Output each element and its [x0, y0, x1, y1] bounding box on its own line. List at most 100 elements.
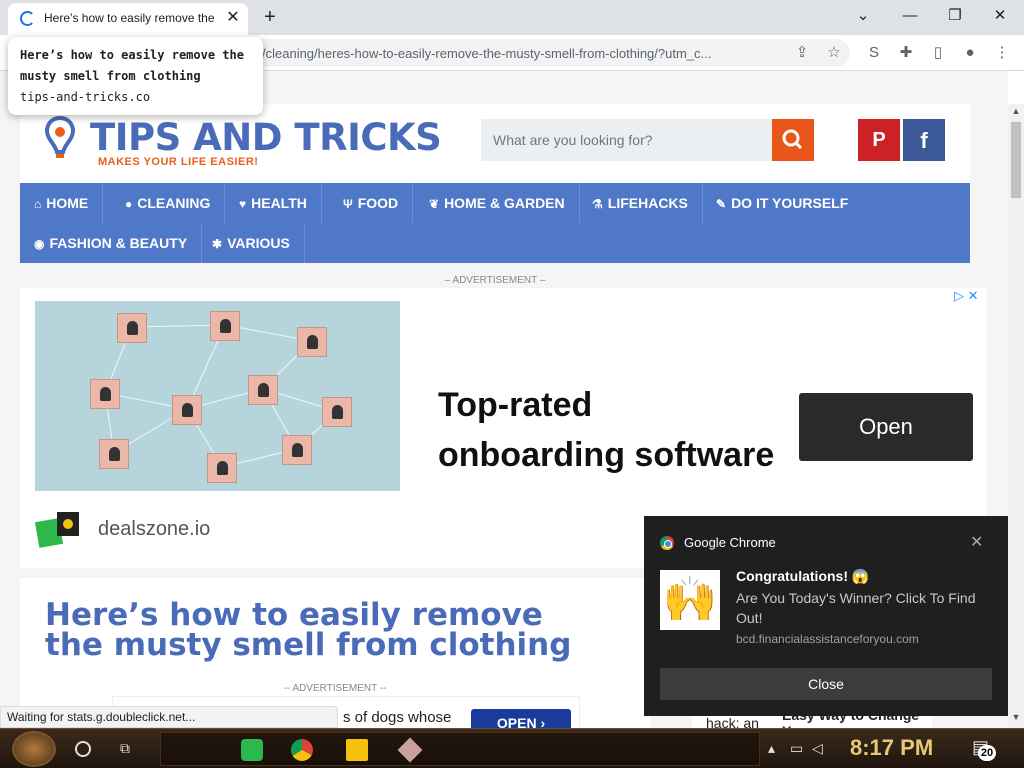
- nav-item-home[interactable]: ⌂ HOME: [20, 183, 104, 223]
- wrench-icon: ✎: [716, 197, 727, 211]
- close-window-button[interactable]: ✕: [985, 4, 1015, 28]
- eye-icon: ◉: [34, 237, 45, 251]
- hover-card-title: Here’s how to easily remove the musty sm…: [20, 48, 244, 83]
- bookmark-star-icon[interactable]: ☆: [822, 41, 846, 65]
- nav-item-cleaning[interactable]: ● CLEANING: [111, 183, 226, 223]
- volume-muted-icon[interactable]: ◁: [812, 740, 823, 757]
- url-text: /cleaning/heres-how-to-easily-remove-the…: [262, 46, 712, 61]
- shopping-bags-icon[interactable]: [35, 506, 85, 550]
- network-icon[interactable]: ▭: [790, 740, 803, 757]
- restore-button[interactable]: ❐: [940, 4, 970, 28]
- notification-source: bcd.financialassistanceforyou.com: [736, 632, 919, 646]
- related-link-text-1: hack: an: [706, 715, 759, 728]
- scroll-up-arrow-icon[interactable]: ▲: [1008, 106, 1024, 118]
- profile-avatar-icon[interactable]: ●: [958, 41, 982, 65]
- person-cube: [282, 435, 312, 465]
- home-icon: ⌂: [34, 197, 42, 211]
- notes-app-icon[interactable]: [241, 739, 263, 761]
- heart-icon: ♥: [239, 197, 247, 211]
- ad-choices-icon[interactable]: ▷ ✕: [954, 288, 979, 304]
- nav-item-fashion-beauty[interactable]: ◉ FASHION & BEAUTY: [20, 223, 203, 263]
- cortana-circle-icon[interactable]: [75, 741, 91, 757]
- extension-s-icon[interactable]: S: [862, 41, 886, 65]
- main-navigation: ⌂ HOME ● CLEANING ♥ HEALTH Ψ FOOD ❦ HOME & GA…: [20, 183, 970, 263]
- page-scrollbar[interactable]: ▲ ▼: [1008, 104, 1024, 728]
- person-cube: [117, 313, 147, 343]
- pinterest-button[interactable]: P: [858, 119, 900, 161]
- scrollbar-thumb[interactable]: [1011, 122, 1021, 198]
- inline-ad-open-button[interactable]: OPEN ›: [471, 709, 571, 728]
- nav-item-home-garden[interactable]: ❦ HOME & GARDEN: [415, 183, 580, 223]
- chrome-notification[interactable]: Google Chrome ✕ 🙌 Congratulations! 😱 Are…: [644, 516, 1008, 716]
- share-icon[interactable]: ⇪: [790, 41, 814, 65]
- site-search-input[interactable]: [481, 119, 772, 161]
- asterisk-icon: ✱: [212, 237, 223, 251]
- leaf-icon: ❦: [429, 197, 440, 211]
- drop-icon: ●: [125, 197, 133, 211]
- site-logo-title[interactable]: TIPS AND TRICKS: [90, 116, 442, 159]
- tab-search-icon[interactable]: ⌄: [848, 4, 878, 28]
- chrome-logo-icon: [660, 536, 674, 550]
- extensions-puzzle-icon[interactable]: ✚: [894, 41, 918, 65]
- person-cube: [210, 311, 240, 341]
- site-header: TIPS AND TRICKS MAKES YOUR LIFE EASIER! …: [20, 104, 970, 184]
- fork-icon: Ψ: [343, 197, 353, 211]
- facebook-button[interactable]: f: [903, 119, 945, 161]
- advertisement-label-2: -- ADVERTISEMENT --: [283, 683, 387, 694]
- notification-title: Congratulations! 😱: [736, 568, 870, 584]
- minimize-button[interactable]: —: [895, 4, 925, 28]
- tray-overflow-icon[interactable]: ▴: [768, 740, 775, 757]
- nav-item-various[interactable]: ✱ VARIOUS: [198, 223, 305, 263]
- start-button[interactable]: [12, 731, 56, 767]
- person-cube: [297, 327, 327, 357]
- browser-tab[interactable]: Here’s how to easily remove the musty sm…: [8, 3, 248, 35]
- ad-brand-name[interactable]: dealszone.io: [98, 518, 210, 541]
- tab-title: Here’s how to easily remove the musty sm…: [44, 11, 216, 25]
- notification-close-button[interactable]: Close: [660, 668, 992, 700]
- taskbar-apps: [160, 732, 760, 766]
- raised-hands-icon: 🙌: [660, 570, 720, 630]
- task-view-icon[interactable]: ⧉: [120, 740, 138, 756]
- search-icon: [782, 129, 803, 150]
- site-tagline: MAKES YOUR LIFE EASIER!: [98, 156, 259, 168]
- file-explorer-icon[interactable]: [346, 739, 368, 761]
- person-cube: [172, 395, 202, 425]
- person-cube: [322, 397, 352, 427]
- hover-card-url: tips-and-tricks.co: [20, 90, 151, 104]
- tab-hover-card: Here’s how to easily remove the musty sm…: [8, 37, 263, 115]
- app-cube-icon[interactable]: [397, 737, 423, 763]
- person-cube: [90, 379, 120, 409]
- taskbar-clock[interactable]: 8:17 PM: [850, 735, 933, 761]
- person-cube: [248, 375, 278, 405]
- address-bar[interactable]: /cleaning/heres-how-to-easily-remove-the…: [250, 39, 850, 67]
- nav-item-lifehacks[interactable]: ⚗ LIFEHACKS: [578, 183, 703, 223]
- nav-item-health[interactable]: ♥ HEALTH: [225, 183, 322, 223]
- ad-open-button[interactable]: Open: [799, 393, 973, 461]
- ad-network-image[interactable]: [35, 301, 400, 491]
- scroll-down-arrow-icon[interactable]: ▼: [1008, 712, 1024, 724]
- notification-count-badge: 20: [978, 745, 996, 761]
- nav-item-food[interactable]: Ψ FOOD: [329, 183, 414, 223]
- tab-close-button[interactable]: ✕: [224, 9, 242, 27]
- chrome-taskbar-icon[interactable]: [291, 739, 313, 761]
- windows-taskbar: ⧉ ▴ ▭ ◁ 8:17 PM ▤ 20: [0, 728, 1024, 768]
- menu-kebab-icon[interactable]: ⋮: [990, 41, 1014, 65]
- article-title: Here’s how to easily remove the musty sm…: [45, 597, 572, 663]
- nav-item-diy[interactable]: ✎ DO IT YOURSELF: [702, 183, 862, 223]
- advertisement-label: – ADVERTISEMENT –: [444, 275, 546, 286]
- status-bubble: Waiting for stats.g.doubleclick.net...: [0, 706, 338, 728]
- search-button[interactable]: [772, 119, 814, 161]
- flask-icon: ⚗: [592, 197, 603, 211]
- notification-app-name: Google Chrome: [684, 535, 776, 550]
- notification-body: Are You Today's Winner? Click To Find Ou…: [736, 590, 976, 626]
- lightbulb-pin-icon: [45, 116, 75, 158]
- loading-spinner-icon: [20, 11, 35, 26]
- new-tab-button[interactable]: +: [258, 5, 282, 29]
- ad-headline[interactable]: Top-rated onboarding software: [438, 380, 798, 480]
- side-panel-icon[interactable]: ▯: [926, 41, 950, 65]
- person-cube: [207, 453, 237, 483]
- inline-ad-text: s of dogs whose: [343, 709, 452, 726]
- notification-dismiss-button[interactable]: ✕: [970, 532, 983, 552]
- tab-strip: Here’s how to easily remove the musty sm…: [0, 0, 1024, 35]
- person-cube: [99, 439, 129, 469]
